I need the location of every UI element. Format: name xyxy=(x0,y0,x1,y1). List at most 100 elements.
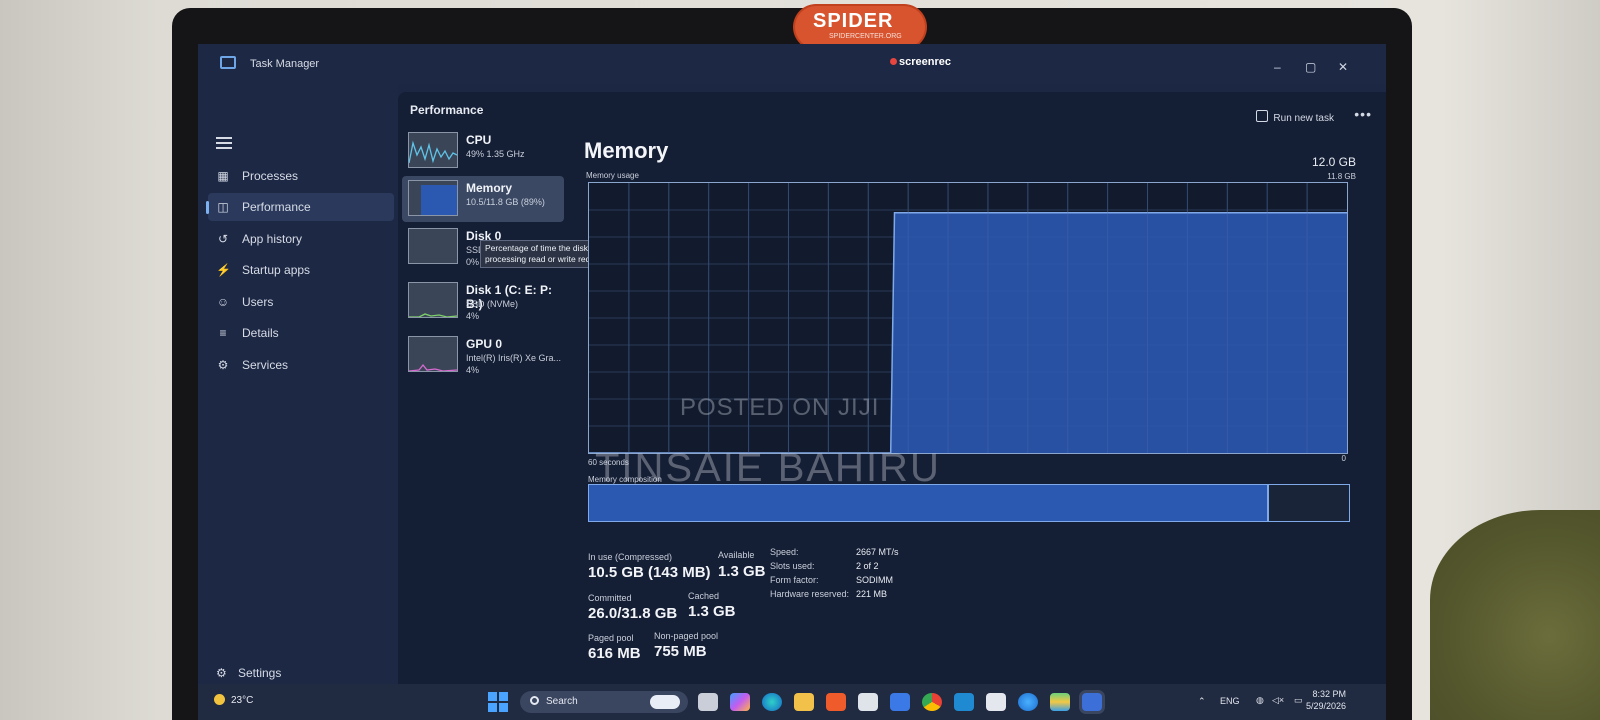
history-icon: ↺ xyxy=(217,232,229,246)
chevron-up-icon[interactable]: ⌃ xyxy=(1198,696,1206,707)
task-manager-taskbar-icon[interactable] xyxy=(1082,693,1102,711)
memory-usage-max: 11.8 GB xyxy=(1327,172,1356,181)
globe-icon[interactable]: ◍ xyxy=(1256,695,1264,706)
device-name: GPU 0 xyxy=(466,337,503,351)
memory-mini-fill xyxy=(421,185,457,215)
disk0-thumbnail xyxy=(408,228,458,264)
sidebar-item-label: Users xyxy=(242,295,274,309)
date-text: 5/29/2026 xyxy=(1305,701,1346,711)
start-button[interactable] xyxy=(488,692,508,712)
in-use-value: 10.5 GB (143 MB) xyxy=(588,564,711,581)
hamburger-menu-icon[interactable] xyxy=(216,137,232,149)
in-use-label: In use (Compressed) xyxy=(588,552,673,562)
terminal-icon[interactable] xyxy=(986,693,1006,711)
battery-icon[interactable]: ▭ xyxy=(1294,695,1303,706)
copilot-icon[interactable] xyxy=(730,693,750,711)
cpu-mini-graph xyxy=(409,140,457,164)
device-percent: 4% xyxy=(466,311,480,321)
available-value: 1.3 GB xyxy=(718,563,766,580)
cached-label: Cached xyxy=(688,591,720,601)
sidebar-item-performance[interactable]: ◫ Performance xyxy=(206,193,394,221)
watermark-posted: POSTED ON JIJI xyxy=(680,394,880,421)
screenrec-label: screenrec xyxy=(899,56,951,68)
chrome-icon[interactable] xyxy=(922,693,942,711)
settings-label: Settings xyxy=(238,666,282,680)
fabric-object xyxy=(1430,510,1600,720)
sidebar-item-label: Details xyxy=(242,326,279,340)
more-options-button[interactable]: ••• xyxy=(1354,106,1372,122)
non-paged-pool-label: Non-paged pool xyxy=(654,631,719,641)
device-name: CPU xyxy=(466,133,492,147)
memory-usage-label: Memory usage xyxy=(586,171,639,180)
window-title: Task Manager xyxy=(250,58,320,70)
sidebar: ▦ Processes ◫ Performance ↺ App history … xyxy=(198,84,398,684)
logo-text: SPIDER xyxy=(813,10,894,32)
device-gpu-0[interactable]: GPU 0 Intel(R) Iris(R) Xe Gra... 4% xyxy=(402,332,564,378)
brave-icon[interactable] xyxy=(826,693,846,711)
sidebar-item-details[interactable]: ≡ Details xyxy=(208,319,394,347)
speed-value: 2667 MT/s xyxy=(856,547,899,557)
memory-thumbnail xyxy=(408,180,458,216)
sidebar-item-startup-apps[interactable]: ⚡ Startup apps xyxy=(208,256,394,284)
minimize-button[interactable]: – xyxy=(1274,60,1281,74)
paged-pool-value: 616 MB xyxy=(588,645,641,662)
non-paged-pool-value: 755 MB xyxy=(654,643,707,660)
sidebar-item-label: Startup apps xyxy=(242,263,311,277)
gpu-mini-graph xyxy=(409,363,457,371)
sun-icon xyxy=(214,694,225,705)
device-percent: 0% xyxy=(466,257,480,267)
weather-widget[interactable]: 23°C xyxy=(214,694,253,706)
memory-title: Memory xyxy=(584,138,669,163)
form-factor-value: SODIMM xyxy=(856,575,893,585)
sidebar-item-label: Services xyxy=(242,358,289,372)
maximize-button[interactable]: ▢ xyxy=(1305,60,1316,74)
speed-label: Speed: xyxy=(770,547,799,557)
processes-icon: ▦ xyxy=(217,169,229,183)
task-view-icon[interactable] xyxy=(698,693,718,711)
device-disk-1[interactable]: Disk 1 (C: E: P: B:) SSD (NVMe) 4% xyxy=(402,278,564,324)
vscode-icon[interactable] xyxy=(954,693,974,711)
device-name: Memory xyxy=(466,181,513,195)
device-memory[interactable]: Memory 10.5/11.8 GB (89%) xyxy=(402,176,564,222)
sidebar-item-services[interactable]: ⚙ Services xyxy=(208,351,394,379)
layers-app-icon[interactable] xyxy=(1050,693,1070,711)
cached-value: 1.3 GB xyxy=(688,603,736,620)
title-bar: Task Manager screenrec – ▢ ✕ xyxy=(198,44,1386,84)
search-icon xyxy=(530,696,539,705)
sidebar-item-label: App history xyxy=(242,232,303,246)
file-explorer-icon[interactable] xyxy=(794,693,814,711)
telegram-icon[interactable] xyxy=(1018,693,1038,711)
task-manager-icon xyxy=(220,56,236,69)
run-new-task-button[interactable]: Run new task xyxy=(1256,110,1334,124)
sidebar-item-label: Processes xyxy=(242,169,299,183)
slots-label: Slots used: xyxy=(770,561,815,571)
committed-value: 26.0/31.8 GB xyxy=(588,605,678,622)
sidebar-item-processes[interactable]: ▦ Processes xyxy=(208,162,394,190)
edge-icon[interactable] xyxy=(762,693,782,711)
clock[interactable]: 8:32 PM 5/29/2026 xyxy=(1306,688,1346,712)
details-icon: ≡ xyxy=(219,326,227,340)
sidebar-item-users[interactable]: ☺ Users xyxy=(208,288,394,316)
sidebar-item-app-history[interactable]: ↺ App history xyxy=(208,225,394,253)
disk1-thumbnail xyxy=(408,282,458,318)
performance-panel: Performance Run new task ••• CPU 49% 1.3… xyxy=(398,92,1386,688)
phone-link-icon[interactable] xyxy=(890,693,910,711)
zero-axis-label: 0 xyxy=(1341,454,1346,463)
run-new-task-label: Run new task xyxy=(1273,113,1334,124)
taskbar: 23°C Search ⌃ ENG ◍ ◁× ▭ 8:32 PM 5/29/20… xyxy=(198,684,1386,720)
sidebar-item-label: Performance xyxy=(242,200,311,214)
device-cpu[interactable]: CPU 49% 1.35 GHz xyxy=(402,128,564,174)
volume-icon[interactable]: ◁× xyxy=(1272,695,1284,706)
screen: Task Manager screenrec – ▢ ✕ ▦ Processes… xyxy=(198,44,1386,720)
disk1-mini-graph xyxy=(409,313,457,317)
device-detail: SSD (NVMe) xyxy=(466,299,519,309)
store-icon[interactable] xyxy=(858,693,878,711)
slots-value: 2 of 2 xyxy=(856,561,879,571)
language-indicator[interactable]: ENG xyxy=(1220,696,1240,706)
screenrec-badge: screenrec xyxy=(890,56,951,68)
services-icon: ⚙ xyxy=(217,358,229,372)
search-highlight-icon xyxy=(650,695,680,709)
close-button[interactable]: ✕ xyxy=(1338,60,1348,74)
search-box[interactable]: Search xyxy=(520,691,688,713)
settings-button[interactable]: ⚙ Settings xyxy=(216,666,281,680)
